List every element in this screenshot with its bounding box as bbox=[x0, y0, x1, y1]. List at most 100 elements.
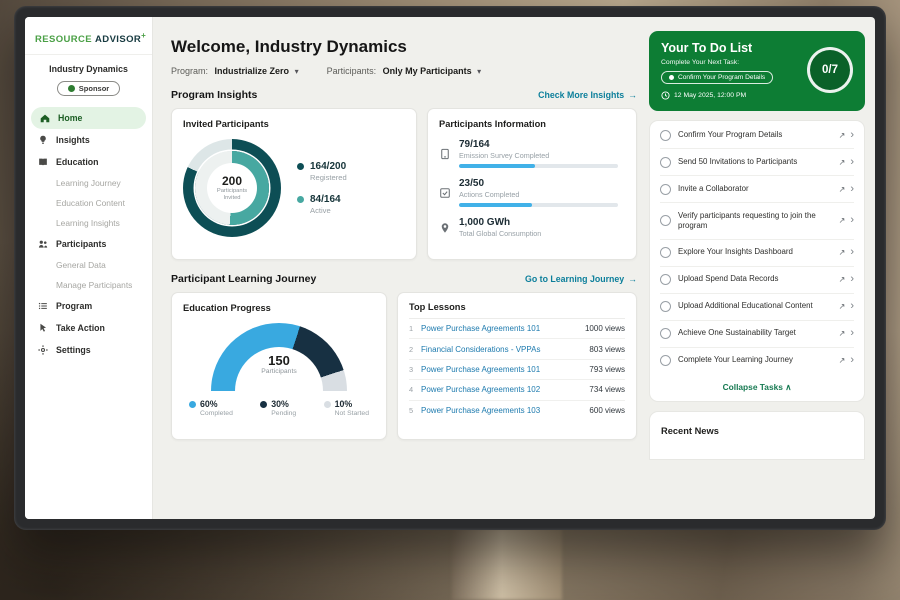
lesson-views: 803 views bbox=[589, 345, 625, 354]
legend-dot bbox=[189, 401, 196, 408]
lesson-link[interactable]: Power Purchase Agreements 101 bbox=[421, 365, 589, 374]
todo-panel: Your To Do List Complete Your Next Task:… bbox=[647, 17, 875, 519]
app-logo: RESOURCEADVISOR+ bbox=[25, 29, 152, 55]
legend-label: Active bbox=[310, 206, 341, 215]
lesson-views: 600 views bbox=[589, 406, 625, 415]
task-row[interactable]: Verify participants requesting to join t… bbox=[660, 203, 854, 240]
lesson-rank: 5 bbox=[409, 406, 421, 415]
todo-progress-ring: 0/7 bbox=[807, 47, 853, 93]
task-checkbox[interactable] bbox=[660, 184, 671, 195]
legend-completed: 60% Completed bbox=[189, 399, 233, 417]
check-more-insights-link[interactable]: Check More Insights → bbox=[538, 90, 637, 100]
lesson-link[interactable]: Power Purchase Agreements 102 bbox=[421, 385, 589, 394]
actions-completed-progress-bar bbox=[459, 203, 618, 207]
chevron-right-icon[interactable]: › bbox=[850, 215, 854, 226]
sidebar: RESOURCEADVISOR+ Industry Dynamics Spons… bbox=[25, 17, 153, 519]
legend-label: Not Started bbox=[335, 410, 369, 417]
external-link-icon[interactable]: ↗ bbox=[839, 302, 846, 311]
legend-dot bbox=[297, 163, 304, 170]
task-checkbox[interactable] bbox=[660, 355, 671, 366]
chevron-right-icon[interactable]: › bbox=[850, 247, 854, 258]
recent-news-card[interactable]: Recent News bbox=[649, 411, 865, 460]
gear-icon bbox=[37, 344, 49, 356]
task-label: Achieve One Sustainability Target bbox=[678, 328, 839, 338]
participants-dropdown[interactable]: Participants: Only My Participants ▾ bbox=[327, 66, 482, 76]
task-checkbox[interactable] bbox=[660, 215, 671, 226]
main-content: Welcome, Industry Dynamics Program: Indu… bbox=[153, 17, 647, 519]
todo-summary-card: Your To Do List Complete Your Next Task:… bbox=[649, 31, 865, 111]
go-to-learning-journey-link[interactable]: Go to Learning Journey → bbox=[525, 274, 637, 284]
chevron-right-icon[interactable]: › bbox=[850, 184, 854, 195]
sidebar-item-program[interactable]: Program bbox=[25, 295, 152, 317]
lesson-row: 1 Power Purchase Agreements 101 1000 vie… bbox=[409, 319, 625, 339]
task-row[interactable]: Send 50 Invitations to Participants ↗ › bbox=[660, 149, 854, 176]
task-row[interactable]: Upload Spend Data Records ↗ › bbox=[660, 267, 854, 294]
stat-label: Emission Survey Completed bbox=[459, 151, 625, 160]
task-checkbox[interactable] bbox=[660, 247, 671, 258]
sidebar-item-general-data[interactable]: General Data bbox=[25, 255, 152, 275]
external-link-icon[interactable]: ↗ bbox=[839, 131, 846, 140]
task-checkbox[interactable] bbox=[660, 130, 671, 141]
task-row[interactable]: Achieve One Sustainability Target ↗ › bbox=[660, 321, 854, 348]
stat-value: 79/164 bbox=[459, 139, 625, 150]
task-row[interactable]: Confirm Your Program Details ↗ › bbox=[660, 122, 854, 149]
external-link-icon[interactable]: ↗ bbox=[839, 248, 846, 257]
lesson-link[interactable]: Power Purchase Agreements 103 bbox=[421, 406, 589, 415]
collapse-tasks-button[interactable]: Collapse Tasks ∧ bbox=[660, 374, 854, 400]
card-title: Participants Information bbox=[439, 119, 625, 129]
external-link-icon[interactable]: ↗ bbox=[839, 275, 846, 284]
external-link-icon[interactable]: ↗ bbox=[839, 356, 846, 365]
program-dropdown[interactable]: Program: Industrialize Zero ▾ bbox=[171, 66, 299, 76]
sidebar-item-education-content[interactable]: Education Content bbox=[25, 193, 152, 213]
stat-label: Actions Completed bbox=[459, 190, 625, 199]
task-row[interactable]: Complete Your Learning Journey ↗ › bbox=[660, 348, 854, 374]
lesson-link[interactable]: Financial Considerations - VPPAs bbox=[421, 345, 589, 354]
lesson-row: 3 Power Purchase Agreements 101 793 view… bbox=[409, 360, 625, 380]
home-icon bbox=[39, 112, 51, 124]
chevron-right-icon[interactable]: › bbox=[850, 355, 854, 366]
book-icon bbox=[37, 156, 49, 168]
sidebar-item-manage-participants[interactable]: Manage Participants bbox=[25, 275, 152, 295]
stat-actions-completed: 23/50 Actions Completed bbox=[439, 178, 625, 207]
insights-cards-row: Invited Participants 200 Participants In… bbox=[171, 108, 637, 260]
external-link-icon[interactable]: ↗ bbox=[839, 216, 846, 225]
stat-value: 1,000 GWh bbox=[459, 217, 625, 228]
next-task-pill[interactable]: Confirm Your Program Details bbox=[661, 71, 773, 84]
external-link-icon[interactable]: ↗ bbox=[839, 185, 846, 194]
external-link-icon[interactable]: ↗ bbox=[839, 158, 846, 167]
sidebar-item-settings[interactable]: Settings bbox=[25, 339, 152, 361]
photo-background: RESOURCEADVISOR+ Industry Dynamics Spons… bbox=[0, 0, 900, 600]
participants-dropdown-value: Only My Participants bbox=[383, 66, 472, 76]
chevron-right-icon[interactable]: › bbox=[850, 301, 854, 312]
chevron-right-icon[interactable]: › bbox=[850, 130, 854, 141]
sponsor-icon bbox=[68, 85, 75, 92]
task-checkbox[interactable] bbox=[660, 328, 671, 339]
list-icon bbox=[37, 300, 49, 312]
clock-icon bbox=[661, 91, 670, 100]
task-checkbox[interactable] bbox=[660, 157, 671, 168]
sidebar-item-label: Participants bbox=[56, 239, 106, 249]
task-checkbox[interactable] bbox=[660, 301, 671, 312]
task-row[interactable]: Explore Your Insights Dashboard ↗ › bbox=[660, 240, 854, 267]
sidebar-item-take-action[interactable]: Take Action bbox=[25, 317, 152, 339]
next-task-label: Confirm Your Program Details bbox=[678, 74, 765, 81]
sidebar-item-insights[interactable]: Insights bbox=[25, 129, 152, 151]
legend-not-started: 10% Not Started bbox=[324, 399, 369, 417]
lesson-rank: 1 bbox=[409, 324, 421, 333]
chevron-right-icon[interactable]: › bbox=[850, 328, 854, 339]
participants-information-card: Participants Information 79/164 Emission… bbox=[427, 108, 637, 260]
sidebar-item-home[interactable]: Home bbox=[31, 107, 146, 129]
task-checkbox[interactable] bbox=[660, 274, 671, 285]
lesson-link[interactable]: Power Purchase Agreements 101 bbox=[421, 324, 585, 333]
task-row[interactable]: Upload Additional Educational Content ↗ … bbox=[660, 294, 854, 321]
external-link-icon[interactable]: ↗ bbox=[839, 329, 846, 338]
sidebar-item-learning-insights[interactable]: Learning Insights bbox=[25, 213, 152, 233]
chevron-right-icon[interactable]: › bbox=[850, 274, 854, 285]
sidebar-item-learning-journey[interactable]: Learning Journey bbox=[25, 173, 152, 193]
chevron-right-icon[interactable]: › bbox=[850, 157, 854, 168]
sidebar-item-education[interactable]: Education bbox=[25, 151, 152, 173]
task-row[interactable]: Invite a Collaborator ↗ › bbox=[660, 176, 854, 203]
sidebar-item-label: Education Content bbox=[56, 198, 125, 208]
sidebar-item-participants[interactable]: Participants bbox=[25, 233, 152, 255]
stat-value: 23/50 bbox=[459, 178, 625, 189]
